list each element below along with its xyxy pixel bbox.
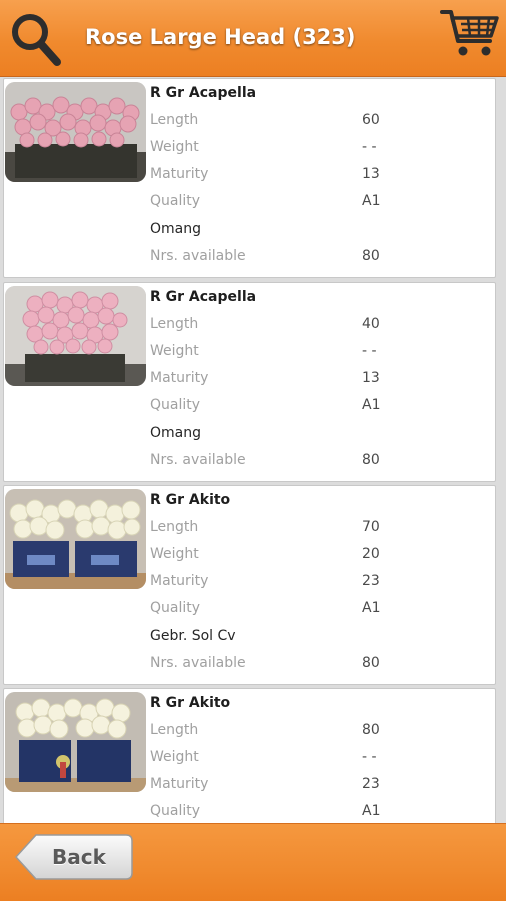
maturity-value: 23 xyxy=(362,573,380,589)
weight-value: - - xyxy=(362,749,377,765)
maturity-label: Maturity xyxy=(150,370,209,386)
quality-value: A1 xyxy=(362,600,381,616)
length-value: 40 xyxy=(362,316,380,332)
available-label: Nrs. available xyxy=(150,655,246,671)
search-icon xyxy=(12,14,61,66)
supplier-name: Omang xyxy=(150,425,201,441)
app-footer: Back xyxy=(0,823,506,901)
cart-button[interactable] xyxy=(440,8,500,60)
app-header: Rose Large Head (323) xyxy=(0,0,506,77)
quality-value: A1 xyxy=(362,193,381,209)
quality-label: Quality xyxy=(150,600,201,616)
quality-label: Quality xyxy=(150,803,201,819)
quality-value: A1 xyxy=(362,397,381,413)
quality-label: Quality xyxy=(150,397,201,413)
weight-label: Weight xyxy=(150,749,199,765)
weight-value: - - xyxy=(362,139,377,155)
product-card[interactable]: R Gr Acapella Length 40 Weight - - Matur… xyxy=(3,282,496,482)
pink-roses-image xyxy=(5,82,146,182)
quality-value: A1 xyxy=(362,803,381,819)
product-name: R Gr Akito xyxy=(150,492,231,508)
available-value: 80 xyxy=(362,655,380,671)
back-label: Back xyxy=(52,845,106,869)
available-value: 80 xyxy=(362,248,380,264)
weight-value: 20 xyxy=(362,546,380,562)
white-roses-image xyxy=(5,489,146,589)
length-value: 60 xyxy=(362,112,380,128)
available-label: Nrs. available xyxy=(150,248,246,264)
length-label: Length xyxy=(150,519,199,535)
product-card[interactable]: R Gr Acapella Length 60 Weight - - Matur… xyxy=(3,78,496,278)
cart-icon xyxy=(440,10,499,56)
product-image xyxy=(5,286,146,386)
maturity-value: 23 xyxy=(362,776,380,792)
search-button[interactable] xyxy=(8,10,64,68)
weight-label: Weight xyxy=(150,139,199,155)
length-value: 70 xyxy=(362,519,380,535)
length-label: Length xyxy=(150,316,199,332)
product-card[interactable]: R Gr Akito Length 70 Weight 20 Maturity … xyxy=(3,485,496,685)
length-label: Length xyxy=(150,112,199,128)
maturity-label: Maturity xyxy=(150,573,209,589)
maturity-label: Maturity xyxy=(150,166,209,182)
weight-value: - - xyxy=(362,343,377,359)
quality-label: Quality xyxy=(150,193,201,209)
product-image xyxy=(5,692,146,792)
weight-label: Weight xyxy=(150,546,199,562)
pink-roses-image xyxy=(5,286,146,386)
product-image xyxy=(5,489,146,589)
product-image xyxy=(5,82,146,182)
product-card[interactable]: R Gr Akito Length 80 Weight - - Maturity… xyxy=(3,688,496,823)
weight-label: Weight xyxy=(150,343,199,359)
length-value: 80 xyxy=(362,722,380,738)
product-name: R Gr Acapella xyxy=(150,85,257,101)
white-roses-image xyxy=(5,692,146,792)
length-label: Length xyxy=(150,722,199,738)
back-button[interactable]: Back xyxy=(14,832,134,882)
product-name: R Gr Akito xyxy=(150,695,231,711)
maturity-label: Maturity xyxy=(150,776,209,792)
available-label: Nrs. available xyxy=(150,452,246,468)
product-list[interactable]: R Gr Acapella Length 60 Weight - - Matur… xyxy=(0,77,506,823)
maturity-value: 13 xyxy=(362,166,380,182)
supplier-name: Gebr. Sol Cv xyxy=(150,628,236,644)
available-value: 80 xyxy=(362,452,380,468)
maturity-value: 13 xyxy=(362,370,380,386)
supplier-name: Omang xyxy=(150,221,201,237)
page-title: Rose Large Head (323) xyxy=(85,25,356,49)
product-name: R Gr Acapella xyxy=(150,289,257,305)
